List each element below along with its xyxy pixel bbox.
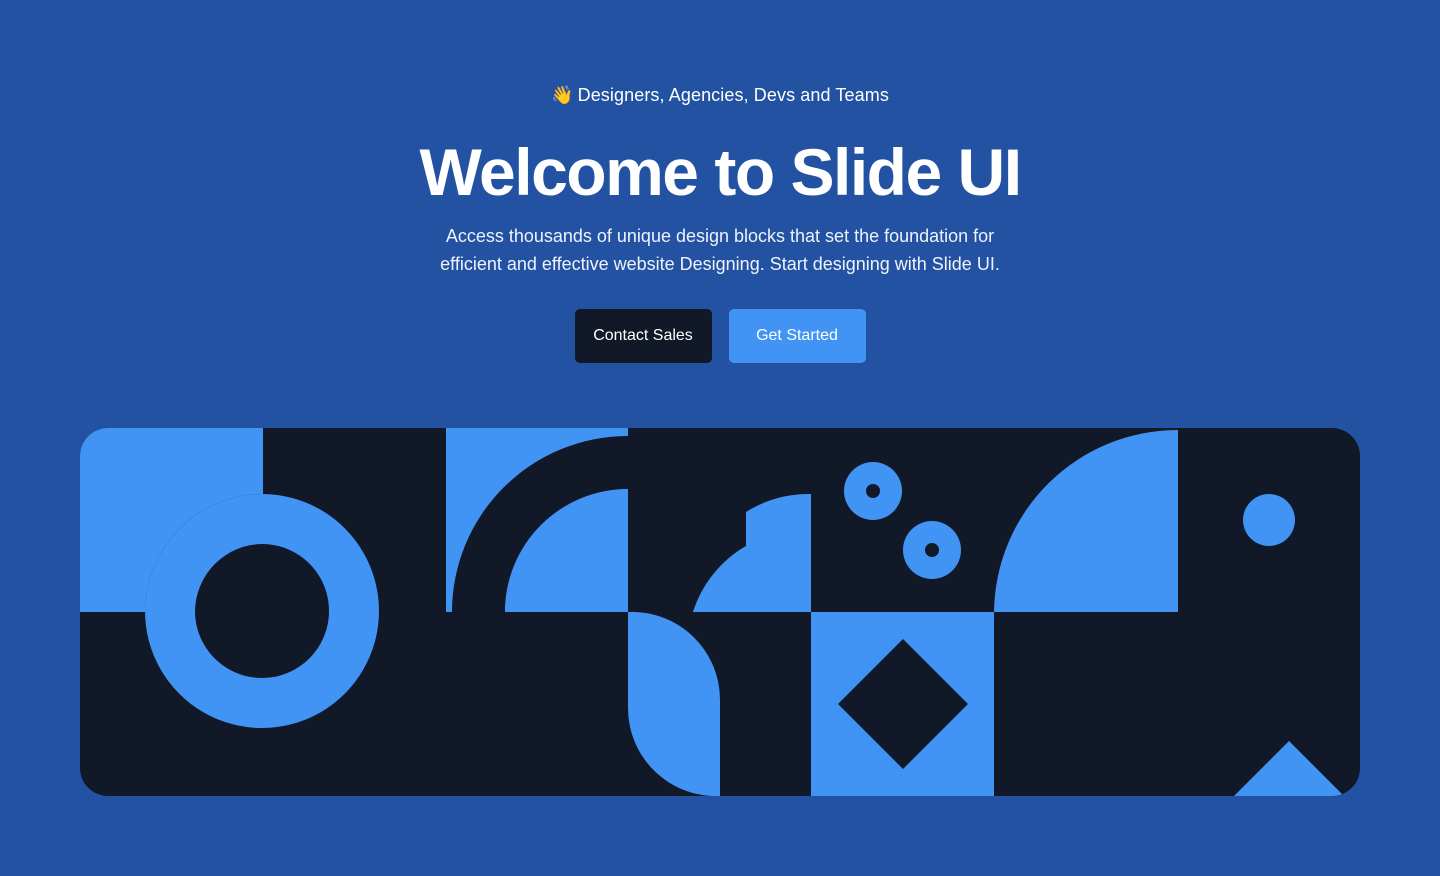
- hero-description: Access thousands of unique design blocks…: [0, 222, 1440, 278]
- tagline-text: Designers, Agencies, Devs and Teams: [577, 85, 889, 105]
- waving-hand-icon: 👋: [551, 85, 574, 106]
- page-title: Welcome to Slide UI: [419, 135, 1022, 209]
- contact-sales-button[interactable]: Contact Sales: [574, 309, 712, 363]
- step-cutout: [693, 528, 746, 546]
- get-started-button[interactable]: Get Started: [728, 309, 866, 363]
- geometric-banner: [80, 428, 1360, 796]
- small-ring-1-hole: [866, 484, 880, 498]
- ring-divider: [262, 544, 264, 612]
- small-ring-2-hole: [925, 543, 939, 557]
- cta-group: Contact Sales Get Started: [0, 309, 1440, 363]
- tagline: 👋 Designers, Agencies, Devs and Teams: [0, 84, 1440, 107]
- hero-description-line-1: Access thousands of unique design blocks…: [445, 226, 995, 246]
- right-circle: [1243, 494, 1295, 546]
- geometric-pattern-illustration: [80, 428, 1360, 796]
- hero-description-line-2: efficient and effective website Designin…: [440, 254, 1000, 274]
